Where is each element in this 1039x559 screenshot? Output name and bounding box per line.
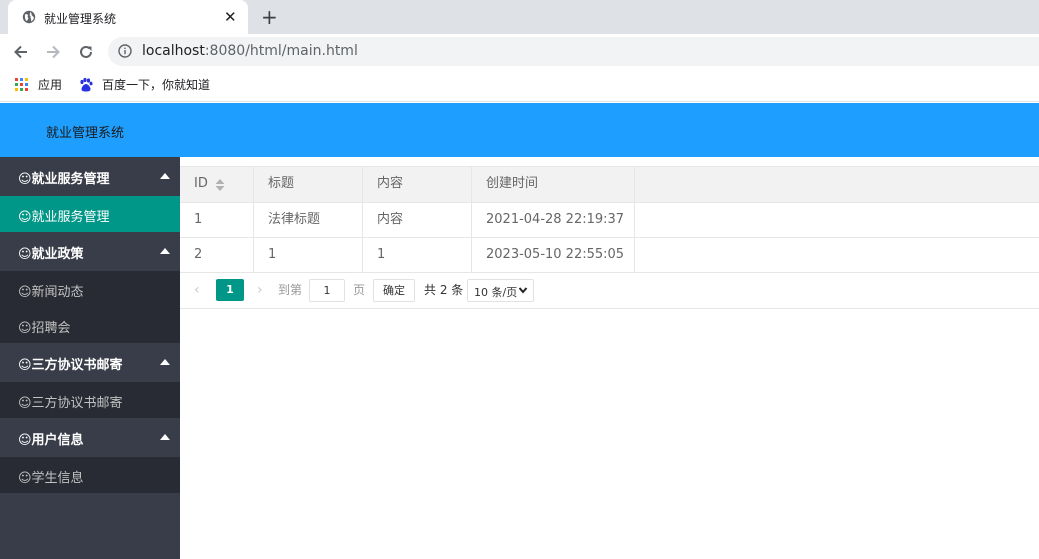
sidebar-group-label: ☺三方协议书邮寄	[18, 358, 123, 373]
baidu-paw-icon[interactable]	[78, 77, 94, 93]
page-unit-label: 页	[353, 283, 366, 297]
sidebar-group-label: ☺用户信息	[18, 433, 84, 448]
sidebar-group-user-info[interactable]: ☺用户信息	[0, 418, 180, 457]
new-tab-icon[interactable]: +	[261, 5, 278, 29]
reload-icon[interactable]	[77, 43, 95, 61]
sidebar-item-label: ☺新闻动态	[18, 285, 84, 300]
sidebar-group-employment-service[interactable]: ☺就业服务管理	[0, 157, 180, 196]
browser-tabbar: 就业管理系统 ✕ +	[0, 0, 1039, 34]
sidebar-group-employment-policy[interactable]: ☺就业政策	[0, 232, 180, 271]
main-content: ID 标题 内容 创建时间 1 法律标题 内容 2021-04-28 22:19…	[180, 157, 1039, 559]
sidebar-item-tripartite-agreement[interactable]: ☺三方协议书邮寄	[0, 382, 180, 418]
sort-icon[interactable]	[215, 179, 225, 191]
cell-title: 法律标题	[254, 203, 363, 237]
confirm-button[interactable]: 确定	[373, 279, 415, 302]
sidebar-group-tripartite-agreement[interactable]: ☺三方协议书邮寄	[0, 343, 180, 382]
address-bar[interactable]: localhost:8080/html/main.html	[108, 37, 1039, 66]
url-host: localhost	[142, 43, 205, 59]
close-icon[interactable]: ✕	[224, 8, 237, 26]
sidebar-item-news[interactable]: ☺新闻动态	[0, 271, 180, 307]
tab-title: 就业管理系统	[44, 12, 117, 26]
table-row[interactable]: 2 1 1 2023-05-10 22:55:05	[180, 238, 1039, 273]
pagination: ‹ 1 › 到第 1 页 确定 共 2 条 10 条/页	[180, 272, 1039, 309]
forward-arrow-icon[interactable]	[44, 43, 62, 61]
sidebar-group-label: ☺就业政策	[18, 247, 84, 262]
browser-tab[interactable]: 就业管理系统 ✕	[8, 0, 248, 34]
apps-grid-icon[interactable]	[15, 78, 28, 91]
sidebar-item-label: ☺学生信息	[18, 471, 84, 486]
goto-page-input[interactable]: 1	[309, 279, 345, 302]
cell-created: 2021-04-28 22:19:37	[472, 203, 635, 237]
caret-up-icon	[160, 434, 170, 440]
next-page-icon[interactable]: ›	[257, 283, 263, 297]
back-arrow-icon[interactable]	[12, 43, 30, 61]
goto-label: 到第	[278, 283, 303, 297]
sidebar-item-job-fair[interactable]: ☺招聘会	[0, 307, 180, 343]
data-table: ID 标题 内容 创建时间 1 法律标题 内容 2021-04-28 22:19…	[180, 166, 1039, 273]
table-row[interactable]: 1 法律标题 内容 2021-04-28 22:19:37	[180, 203, 1039, 238]
column-header-label: ID	[194, 176, 208, 191]
bookmarks-bar: 应用 百度一下，你就知道	[0, 68, 1039, 102]
column-header-title: 标题	[254, 167, 363, 202]
caret-up-icon	[160, 359, 170, 365]
chevron-down-icon	[518, 287, 528, 294]
bookmark-baidu[interactable]: 百度一下，你就知道	[102, 76, 210, 94]
total-count: 共 2 条	[424, 283, 464, 297]
browser-toolbar: localhost:8080/html/main.html	[0, 34, 1039, 68]
globe-icon	[22, 10, 36, 24]
info-icon[interactable]	[118, 44, 132, 58]
column-header-created: 创建时间	[472, 167, 635, 202]
sidebar-item-label: ☺招聘会	[18, 321, 71, 336]
column-header-content: 内容	[363, 167, 472, 202]
url-path: :8080/html/main.html	[204, 43, 358, 59]
app-title: 就业管理系统	[46, 126, 125, 141]
cell-content: 内容	[363, 203, 472, 237]
column-header-id[interactable]: ID	[180, 167, 254, 202]
sidebar-item-label: ☺三方协议书邮寄	[18, 396, 123, 411]
cell-id: 1	[180, 203, 254, 237]
cell-content: 1	[363, 238, 472, 272]
sidebar-item-label: ☺就业服务管理	[18, 210, 110, 225]
page-size-value: 10 条/页	[474, 286, 518, 299]
page-size-select[interactable]: 10 条/页	[467, 279, 534, 302]
caret-up-icon	[160, 248, 170, 254]
sidebar: ☺就业服务管理 ☺就业服务管理 ☺就业政策 ☺新闻动态 ☺招聘会 ☺三方协议书邮…	[0, 157, 180, 559]
table-header: ID 标题 内容 创建时间	[180, 167, 1039, 203]
cell-title: 1	[254, 238, 363, 272]
sidebar-item-employment-service[interactable]: ☺就业服务管理	[0, 196, 180, 232]
sidebar-group-label: ☺就业服务管理	[18, 172, 110, 187]
sidebar-item-student-info[interactable]: ☺学生信息	[0, 457, 180, 493]
cell-id: 2	[180, 238, 254, 272]
current-page-button[interactable]: 1	[216, 279, 244, 301]
caret-up-icon	[160, 173, 170, 179]
app-header: 就业管理系统	[0, 103, 1039, 157]
prev-page-icon[interactable]: ‹	[194, 283, 200, 297]
url-text[interactable]: localhost:8080/html/main.html	[142, 43, 358, 59]
bookmark-apps[interactable]: 应用	[38, 76, 62, 94]
cell-created: 2023-05-10 22:55:05	[472, 238, 635, 272]
